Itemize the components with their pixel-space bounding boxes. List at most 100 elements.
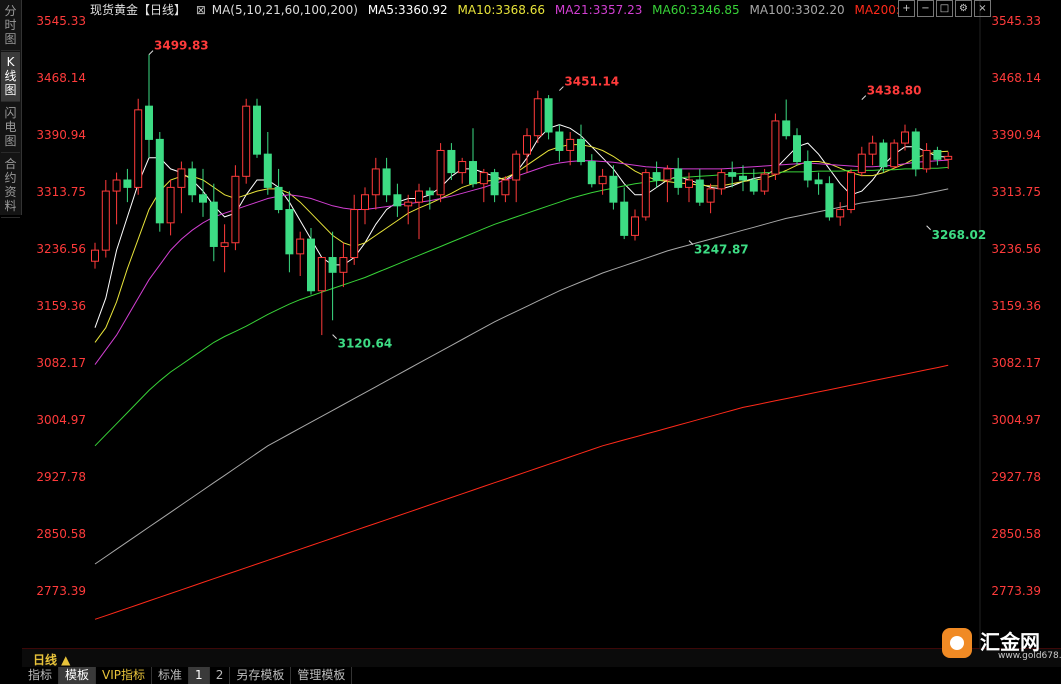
- ma-line-ma5: [94, 124, 949, 328]
- y-tick-label-left: 2773.39: [36, 584, 86, 598]
- annotation-pointer: [861, 95, 867, 101]
- candle-body-down: [382, 168, 391, 196]
- tab-templates[interactable]: 模板: [59, 667, 97, 684]
- y-tick-label-left: 2927.78: [36, 470, 86, 484]
- ma10-value: MA10:3368.66: [457, 3, 546, 17]
- candle-body-down: [544, 98, 553, 133]
- candle-body-down: [825, 183, 834, 218]
- period-selector[interactable]: 日线 ▲: [33, 651, 70, 668]
- y-tick-label-right: 3082.17: [991, 356, 1041, 370]
- extreme-value-label: 3499.83: [154, 39, 209, 53]
- y-tick-label-right: 3159.36: [991, 299, 1041, 313]
- chart-toolbar: + − □ ⚙ ×: [898, 0, 991, 18]
- candle-body-up: [901, 131, 909, 144]
- candle-body-down: [609, 175, 618, 203]
- candle-body-down: [209, 201, 218, 247]
- candle-body-up: [339, 257, 348, 273]
- candle-body-up: [166, 186, 175, 224]
- y-tick-label-left: 3236.56: [36, 242, 86, 256]
- y-tick-label-right: 3313.75: [991, 185, 1041, 199]
- annotation-pointer: [148, 50, 154, 55]
- candle-body-up: [436, 149, 445, 196]
- y-tick-label-left: 2850.58: [36, 527, 86, 541]
- ma-params-label: MA(5,10,21,60,100,200): [211, 3, 358, 17]
- tab-page-2[interactable]: 2: [210, 667, 231, 684]
- candle-body-up: [847, 172, 855, 211]
- candle-body-up: [296, 238, 305, 255]
- y-tick-label-right: 3468.14: [991, 71, 1041, 85]
- candle-body-down: [793, 135, 801, 163]
- candle-body-down: [253, 105, 261, 155]
- maximize-icon[interactable]: □: [936, 0, 953, 17]
- ma-line-ma21: [94, 159, 949, 365]
- candle-body-down: [652, 172, 661, 181]
- candle-body-down: [155, 138, 164, 224]
- tab-standard[interactable]: 标准: [152, 667, 190, 684]
- ma-settings-icon[interactable]: ⊠: [196, 3, 206, 17]
- tab-page-1[interactable]: 1: [189, 667, 210, 684]
- candle-body-down: [749, 179, 758, 192]
- candle-body-up: [404, 201, 413, 207]
- candle-body-up: [631, 216, 639, 236]
- close-icon[interactable]: ×: [974, 0, 991, 17]
- candle-body-down: [188, 168, 197, 196]
- extreme-value-label: 3438.80: [867, 84, 922, 98]
- settings-icon[interactable]: ⚙: [955, 0, 972, 17]
- y-tick-label-left: 3159.36: [36, 299, 86, 313]
- candle-body-up: [663, 168, 672, 181]
- ma5-value: MA5:3360.92: [367, 3, 448, 17]
- candle-body-up: [112, 179, 121, 192]
- extreme-value-label: 3247.87: [694, 243, 749, 257]
- annotation-pointer: [926, 225, 931, 231]
- candle-body-down: [728, 172, 737, 177]
- candle-body-down: [555, 131, 564, 151]
- candle-body-down: [285, 209, 294, 255]
- y-tick-label-left: 3545.33: [36, 14, 86, 28]
- zoom-in-icon[interactable]: +: [898, 0, 915, 17]
- candlestick-chart[interactable]: 3545.33 3545.33 3468.14 3468.14 3390.94 3390.…: [0, 0, 1061, 650]
- date-axis-bar: [22, 649, 1061, 667]
- candle-body-up: [371, 168, 380, 196]
- symbol-title: 现货黄金【日线】: [90, 3, 187, 17]
- candle-body-down: [469, 161, 477, 185]
- extreme-value-label: 3120.64: [338, 337, 393, 351]
- y-tick-label-right: 3236.56: [991, 242, 1041, 256]
- candle-body-up: [533, 98, 542, 137]
- annotation-pointer: [559, 86, 564, 91]
- brand-logo: 汇金网 www.gold678.com: [938, 624, 1061, 664]
- y-tick-label-right: 3545.33: [991, 14, 1041, 28]
- candle-body-down: [145, 105, 153, 140]
- save-template-button[interactable]: 另存模板: [230, 667, 292, 684]
- candle-body-up: [566, 138, 575, 151]
- manage-templates-button[interactable]: 管理模板: [291, 667, 353, 684]
- candle-body-up: [857, 153, 866, 174]
- y-tick-label-right: 3390.94: [991, 128, 1041, 142]
- candle-body-up: [717, 172, 726, 190]
- candle-body-down: [123, 179, 132, 188]
- candle-body-up: [242, 105, 251, 177]
- candle-body-up: [458, 161, 467, 174]
- candle-body-up: [685, 179, 693, 188]
- candle-body-down: [674, 168, 683, 188]
- candle-body-up: [836, 209, 845, 218]
- candle-body-up: [231, 175, 240, 244]
- ma21-value: MA21:3357.23: [554, 3, 643, 17]
- zoom-out-icon[interactable]: −: [917, 0, 934, 17]
- candle-body-up: [868, 142, 877, 155]
- candle-body-down: [328, 257, 337, 273]
- candle-body-down: [577, 138, 585, 163]
- logo-icon: [942, 628, 972, 658]
- candle-body-up: [501, 179, 510, 196]
- candle-body-up: [598, 175, 607, 185]
- y-tick-label-left: 3468.14: [36, 71, 86, 85]
- candle-body-down: [879, 142, 888, 168]
- tab-indicators[interactable]: 指标: [22, 667, 60, 684]
- candle-body-down: [803, 161, 812, 181]
- tab-vip-indicators[interactable]: VIP指标: [96, 667, 153, 684]
- candle-body-up: [134, 109, 143, 188]
- ma200-value: MA200:: [854, 3, 900, 17]
- chart-header: 现货黄金【日线】 ⊠ MA(5,10,21,60,100,200) MA5:33…: [90, 2, 906, 19]
- y-tick-label-left: 3313.75: [36, 185, 86, 199]
- candle-body-up: [706, 188, 715, 203]
- ma-line-ma60: [94, 166, 949, 447]
